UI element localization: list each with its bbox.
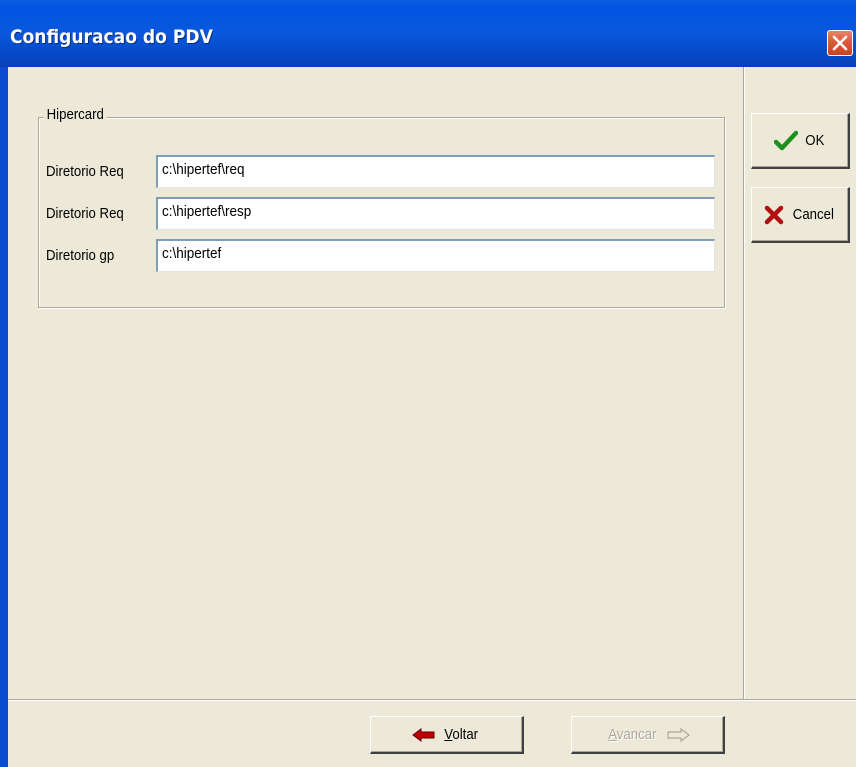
field-label-gp: Diretorio gp (46, 247, 115, 264)
gp-directory-input[interactable]: c:\hipertef (156, 239, 715, 272)
arrow-right-icon (667, 727, 690, 742)
resp-directory-input[interactable]: c:\hipertef\resp (156, 197, 715, 230)
right-panel-divider (743, 67, 745, 699)
configuration-dialog: Configuracao do PDV Hipercard Diretorio … (0, 0, 856, 767)
group-legend: Hipercard (44, 106, 107, 123)
next-button[interactable]: Avancar (571, 716, 725, 754)
ok-label: OK (805, 132, 825, 149)
field-label-req: Diretorio Req (46, 163, 124, 180)
next-mnemonic: A (608, 726, 617, 743)
back-label-rest: oltar (452, 726, 479, 743)
req-directory-value: c:\hipertef\req (162, 161, 245, 178)
req-directory-input[interactable]: c:\hipertef\req (156, 155, 715, 188)
cancel-button[interactable]: Cancel (751, 187, 850, 243)
window-title: Configuracao do PDV (10, 26, 213, 48)
back-label: Voltar (445, 726, 479, 743)
close-button[interactable] (827, 30, 853, 56)
close-icon (832, 35, 848, 51)
back-button[interactable]: Voltar (370, 716, 524, 754)
title-bar[interactable]: Configuracao do PDV (0, 0, 856, 67)
bottom-panel-divider (8, 699, 856, 701)
checkmark-icon (774, 130, 799, 150)
x-icon (764, 205, 783, 224)
window-frame-left (0, 67, 8, 767)
arrow-left-icon (412, 727, 435, 742)
ok-button[interactable]: OK (751, 113, 850, 169)
next-label: Avancar (608, 726, 656, 743)
gp-directory-value: c:\hipertef (162, 245, 222, 262)
client-area: Hipercard Diretorio Req c:\hipertef\req … (8, 67, 856, 767)
field-label-resp: Diretorio Req (46, 205, 124, 222)
resp-directory-value: c:\hipertef\resp (162, 203, 252, 220)
next-label-rest: vancar (616, 726, 657, 743)
cancel-label: Cancel (792, 206, 834, 223)
